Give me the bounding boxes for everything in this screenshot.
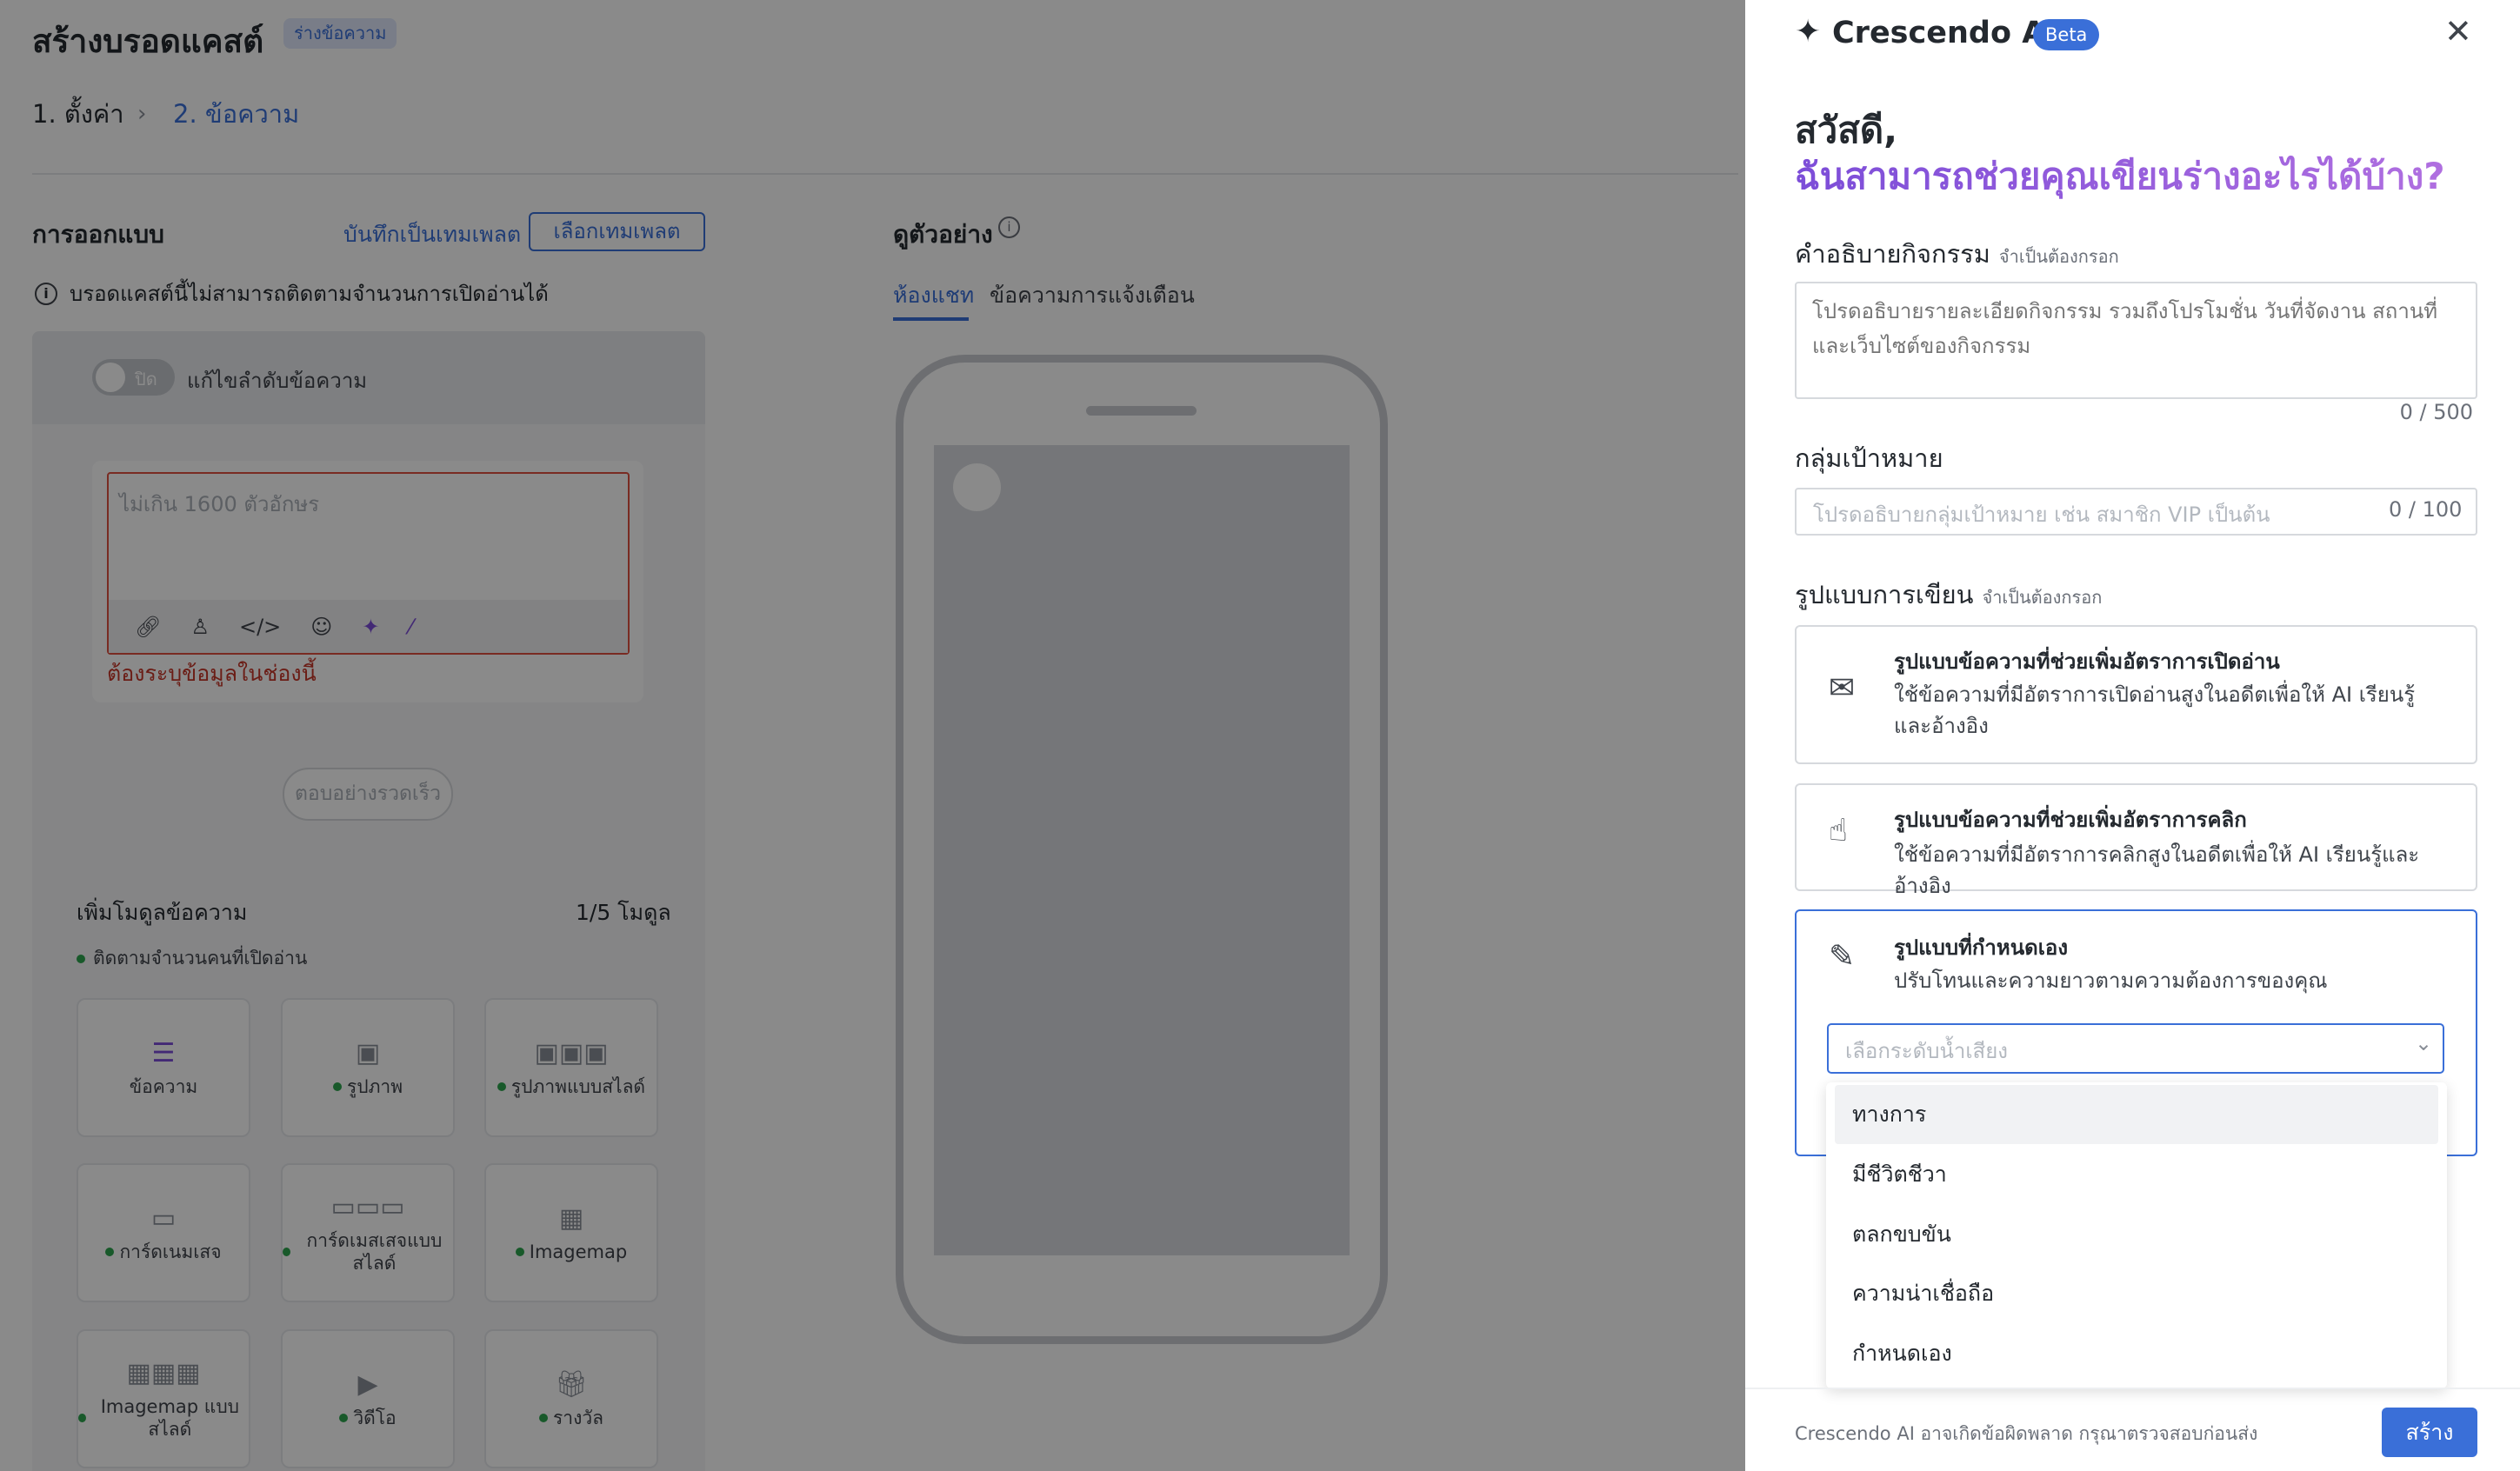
- event-description-label: คำอธิบายกิจกรรม จำเป็นต้องกรอก: [1795, 234, 2119, 274]
- greeting-line-2: ฉันสามารถช่วยคุณเขียนร่างอะไรได้บ้าง?: [1795, 148, 2445, 205]
- option-title: รูปแบบข้อความที่ช่วยเพิ่มอัตราการเปิดอ่า…: [1894, 649, 2280, 674]
- event-description-field[interactable]: [1795, 282, 2477, 399]
- style-option-open-rate[interactable]: ✉ รูปแบบข้อความที่ช่วยเพิ่มอัตราการเปิดอ…: [1795, 625, 2477, 764]
- option-description: ใช้ข้อความที่มีอัตราการคลิกสูงในอดีตเพื่…: [1894, 842, 2420, 898]
- event-description-count: 0 / 500: [2399, 400, 2473, 424]
- tone-option[interactable]: ทางการ: [1835, 1085, 2438, 1144]
- option-title: รูปแบบข้อความที่ช่วยเพิ่มอัตราการคลิก: [1894, 808, 2247, 832]
- required-hint: จำเป็นต้องกรอก: [1998, 246, 2119, 267]
- option-description: ใช้ข้อความที่มีอัตราการเปิดอ่านสูงในอดีต…: [1894, 682, 2416, 738]
- beta-badge: Beta: [2033, 19, 2100, 50]
- option-title: รูปแบบที่กำหนดเอง: [1894, 935, 2069, 960]
- inbox-icon: ✉: [1829, 670, 1856, 706]
- footer-divider: [1745, 1388, 2520, 1389]
- option-description: ปรับโทนและความยาวตามความต้องการของคุณ: [1894, 968, 2328, 993]
- tone-option[interactable]: กำหนดเอง: [1835, 1324, 2438, 1383]
- pencil-icon: ✎: [1829, 939, 1856, 975]
- crescendo-ai-drawer: ✦ Crescendo AI Beta ✕ สวัสดี, ฉันสามารถช…: [1745, 0, 2520, 1471]
- tap-hand-icon: ☝: [1829, 813, 1848, 849]
- modal-backdrop[interactable]: [0, 0, 1745, 1471]
- target-audience-placeholder: โปรดอธิบายกลุ่มเป้าหมาย เช่น สมาชิก VIP …: [1813, 503, 2270, 527]
- target-audience-label: กลุ่มเป้าหมาย: [1795, 443, 1943, 473]
- target-audience-count: 0 / 100: [2389, 497, 2463, 522]
- close-icon[interactable]: ✕: [2444, 12, 2472, 50]
- tone-option[interactable]: ความน่าเชื่อถือ: [1835, 1264, 2438, 1323]
- chevron-down-icon: ⌄: [2415, 1031, 2433, 1055]
- tone-option[interactable]: ตลกขบขัน: [1835, 1205, 2438, 1264]
- tone-option[interactable]: มีชีวิตชีวา: [1835, 1145, 2438, 1204]
- required-hint: จำเป็นต้องกรอก: [1982, 587, 2103, 608]
- drawer-title: Crescendo AI: [1832, 16, 2057, 50]
- create-button[interactable]: สร้าง: [2382, 1408, 2477, 1457]
- style-option-click-rate[interactable]: ☝ รูปแบบข้อความที่ช่วยเพิ่มอัตราการคลิก …: [1795, 783, 2477, 898]
- event-description-label-text: คำอธิบายกิจกรรม: [1795, 239, 1990, 269]
- tone-dropdown-menu: ทางการ มีชีวิตชีวา ตลกขบขัน ความน่าเชื่อ…: [1826, 1082, 2447, 1388]
- ai-disclaimer: Crescendo AI อาจเกิดข้อผิดพลาด กรุณาตรวจ…: [1795, 1423, 2258, 1444]
- sparkle-icon: ✦: [1795, 14, 1822, 50]
- writing-style-label-text: รูปแบบการเขียน: [1795, 580, 1974, 609]
- writing-style-label: รูปแบบการเขียน จำเป็นต้องกรอก: [1795, 575, 2102, 615]
- tone-select-placeholder: เลือกระดับน้ำเสียง: [1845, 1039, 2008, 1063]
